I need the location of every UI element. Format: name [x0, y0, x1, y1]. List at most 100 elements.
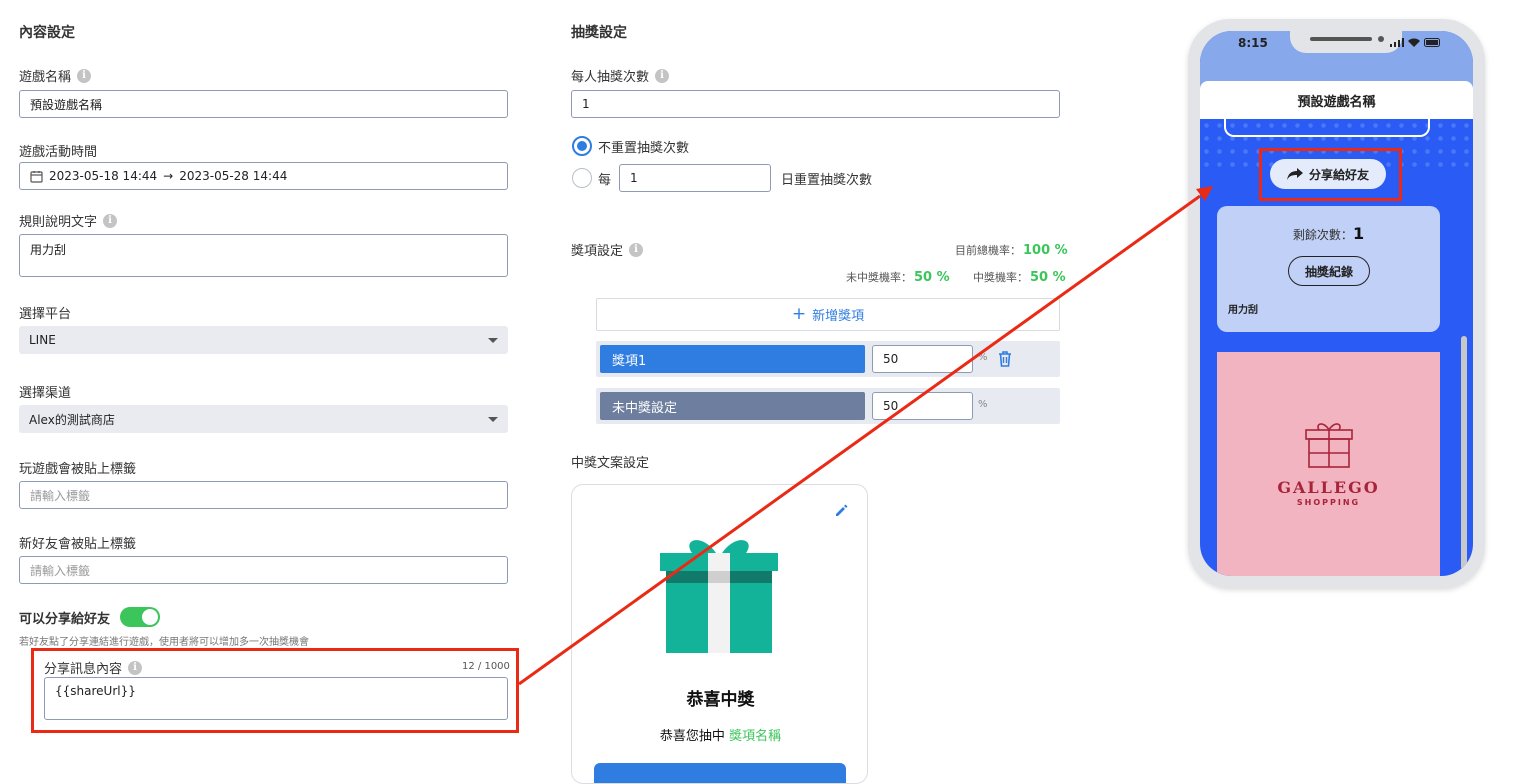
percent-unit: % [978, 399, 988, 410]
win-rate-value: 50 % [1030, 270, 1066, 285]
add-prize-button[interactable]: + 新增獎項 [596, 298, 1060, 331]
total-rate-label: 目前總機率： [955, 244, 1021, 257]
daily-reset-label: 日重置抽獎次數 [781, 172, 873, 188]
trash-icon[interactable] [998, 351, 1012, 367]
lottery-settings-title: 抽獎設定 [571, 25, 627, 41]
brand-gift-icon [1305, 423, 1353, 468]
calendar-icon [30, 170, 43, 183]
phone-scrollbar[interactable] [1461, 336, 1467, 570]
share-msg-label: 分享訊息內容 i [44, 658, 143, 677]
phone-notch [1290, 31, 1402, 53]
info-icon[interactable]: i [629, 242, 644, 257]
share-label: 可以分享給好友 [19, 607, 161, 627]
share-toggle[interactable] [120, 607, 161, 627]
win-prize-name: 獎項名稱 [729, 729, 782, 744]
win-subtitle: 恭喜您抽中 獎項名稱 [572, 725, 867, 744]
game-name-label-text: 遊戲名稱 [19, 70, 72, 85]
channel-select[interactable]: Alex的測試商店 [19, 405, 508, 433]
total-rate: 目前總機率： 100 % [955, 242, 1068, 258]
gift-icon [660, 540, 778, 653]
platform-value: LINE [29, 333, 56, 347]
win-title: 恭喜中獎 [686, 690, 755, 710]
speaker [1310, 37, 1372, 41]
win-card-preview: 恭喜中獎 恭喜您抽中 獎項名稱 [571, 484, 868, 784]
phone-rules-text: 用力刮 [1228, 305, 1258, 316]
days-input[interactable]: 1 [619, 164, 772, 192]
share-msg-textarea[interactable]: {{shareUrl}} [44, 677, 508, 720]
win-rate: 中獎機率： 50 % [973, 269, 1066, 285]
remaining-info: 剩餘次數：1 [1217, 224, 1440, 243]
phone-screen: 8:15 預設遊戲名稱 分享給好友 剩餘次數：1 抽獎紀錄 用力刮 GALLEG… [1200, 31, 1473, 576]
channel-label: 選擇渠道 [19, 386, 72, 401]
date-start: 2023-05-18 14:44 [49, 169, 158, 183]
per-person-label: 每人抽獎次數 i [571, 66, 670, 85]
rules-label: 規則說明文字 i [19, 211, 118, 230]
date-range-input[interactable]: 2023-05-18 14:44 → 2023-05-28 14:44 [19, 162, 508, 190]
miss-rate-label: 未中獎機率： [846, 271, 912, 284]
info-icon[interactable]: i [128, 660, 143, 675]
remaining-card: 剩餘次數：1 抽獎紀錄 用力刮 [1217, 206, 1440, 332]
camera [1378, 36, 1384, 42]
rules-textarea[interactable]: 用力刮 [19, 234, 508, 277]
scratch-card-edge [1224, 115, 1430, 137]
caret-down-icon [488, 416, 498, 422]
battery-icon [1424, 38, 1440, 47]
total-rate-value: 100 % [1023, 243, 1068, 258]
prize-name[interactable]: 獎項1 [600, 345, 865, 373]
share-label-text: 可以分享給好友 [19, 611, 111, 627]
play-tag-label: 玩遊戲會被貼上標籤 [19, 462, 137, 477]
win-rate-label: 中獎機率： [973, 271, 1028, 284]
brand-sub: SHOPPING [1296, 498, 1361, 507]
caret-down-icon [488, 337, 498, 343]
prize-settings-label-text: 獎項設定 [571, 244, 624, 259]
no-reset-option[interactable]: 不重置抽獎次數 [572, 136, 689, 156]
arrow-right-icon: → [163, 169, 174, 183]
share-hint: 若好友點了分享連結進行遊戲，使用者將可以增加多一次抽獎機會 [19, 637, 309, 648]
phone-share-highlight [1259, 148, 1402, 201]
no-prize-row: 未中獎設定 50 % [596, 388, 1060, 424]
game-name-label: 遊戲名稱 i [19, 66, 92, 85]
phone-frame: 8:15 預設遊戲名稱 分享給好友 剩餘次數：1 抽獎紀錄 用力刮 GALLEG… [1188, 19, 1485, 588]
radio-selected[interactable] [572, 136, 592, 156]
platform-select[interactable]: LINE [19, 326, 508, 354]
content-settings-title: 內容設定 [19, 25, 75, 41]
plus-icon: + [791, 304, 807, 324]
phone-header-title: 預設遊戲名稱 [1200, 81, 1473, 119]
miss-rate-value: 50 % [914, 270, 950, 285]
record-button[interactable]: 抽獎紀錄 [1288, 256, 1370, 286]
info-icon[interactable]: i [103, 213, 118, 228]
brand-name: GALLEGO [1277, 478, 1380, 497]
friend-tag-input[interactable]: 請輸入標籤 [19, 556, 508, 584]
no-prize-name[interactable]: 未中獎設定 [600, 392, 865, 420]
remaining-value: 1 [1352, 224, 1365, 243]
platform-label: 選擇平台 [19, 307, 72, 322]
toggle-knob [142, 609, 159, 625]
edit-pencil-icon[interactable] [834, 503, 849, 518]
prize-row: 獎項1 50 % [596, 341, 1060, 377]
daily-reset-option[interactable]: 每 1 日重置抽獎次數 [572, 164, 872, 192]
no-prize-rate-input[interactable]: 50 [872, 392, 973, 420]
info-icon[interactable]: i [655, 68, 670, 83]
prize-settings-label: 獎項設定 i [571, 240, 644, 259]
status-time: 8:15 [1238, 36, 1268, 50]
add-prize-label: 新增獎項 [812, 309, 865, 324]
prize-rate-input[interactable]: 50 [872, 345, 973, 373]
per-person-input[interactable]: 1 [571, 90, 1060, 118]
radio-unselected[interactable] [572, 168, 592, 188]
miss-rate: 未中獎機率： 50 % [846, 269, 950, 285]
friend-tag-label: 新好友會被貼上標籤 [19, 537, 137, 552]
wifi-icon [1408, 38, 1420, 47]
status-icons [1390, 38, 1442, 47]
rules-label-text: 規則說明文字 [19, 215, 98, 230]
share-msg-count: 12 / 1000 [462, 661, 510, 672]
win-card-button[interactable] [594, 763, 846, 783]
win-subtitle-prefix: 恭喜您抽中 [659, 729, 725, 744]
info-icon[interactable]: i [77, 68, 92, 83]
signal-icon [1390, 38, 1404, 47]
play-tag-input[interactable]: 請輸入標籤 [19, 481, 508, 509]
win-text-label: 中獎文案設定 [571, 456, 650, 471]
share-msg-label-text: 分享訊息內容 [44, 662, 123, 677]
game-name-input[interactable]: 預設遊戲名稱 [19, 90, 508, 118]
channel-value: Alex的測試商店 [29, 412, 115, 427]
date-end: 2023-05-28 14:44 [179, 169, 288, 183]
